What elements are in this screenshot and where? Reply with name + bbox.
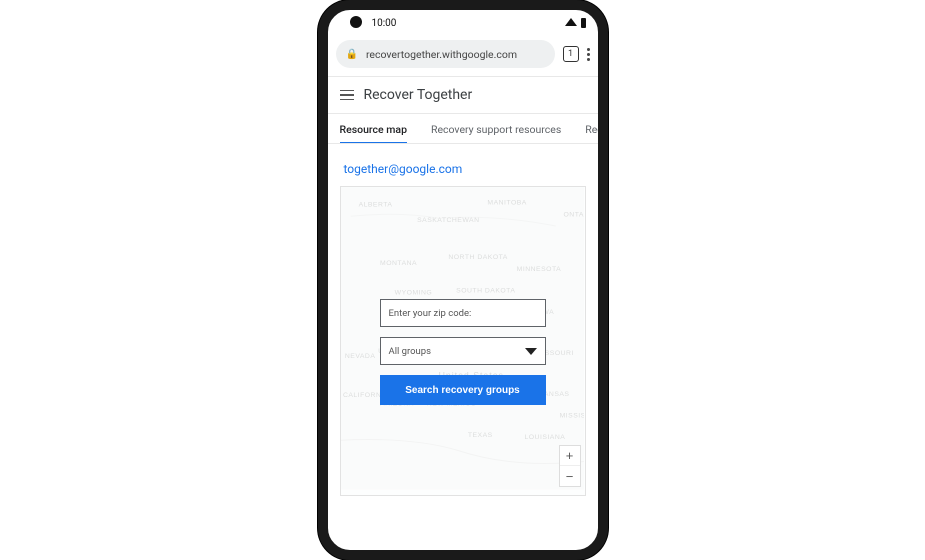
wifi-icon (565, 18, 577, 26)
status-bar: 10:00 (328, 10, 598, 36)
tab-strip: Resource map Recovery support resources … (328, 114, 598, 144)
svg-text:WYOMING: WYOMING (394, 289, 432, 296)
url-text: recovertogether.withgoogle.com (366, 48, 517, 61)
search-form: Enter your zip code: All groups Search r… (380, 299, 546, 405)
contact-email-link[interactable]: together@google.com (344, 162, 463, 176)
svg-text:MANITOBA: MANITOBA (487, 200, 526, 207)
tab-recovery-support[interactable]: Recovery support resources (419, 114, 573, 143)
svg-text:NORTH DAKOTA: NORTH DAKOTA (448, 254, 507, 261)
app-title: Recover Together (364, 87, 473, 103)
svg-text:MINNESOTA: MINNESOTA (516, 266, 560, 273)
svg-text:LOUISIANA: LOUISIANA (524, 434, 565, 441)
search-button[interactable]: Search recovery groups (380, 375, 546, 405)
page-content: together@google.com ALBERTA SASKATCHEWAN… (328, 144, 598, 508)
more-menu-icon[interactable] (587, 48, 590, 61)
svg-text:SASKATCHEWAN: SASKATCHEWAN (417, 217, 479, 224)
zoom-control: + − (559, 445, 581, 487)
svg-text:MONTANA: MONTANA (380, 260, 417, 267)
tab-switcher[interactable]: 1 (563, 46, 579, 62)
map-container[interactable]: ALBERTA SASKATCHEWAN MANITOBA ONTARIO MO… (340, 186, 586, 496)
status-time: 10:00 (372, 18, 397, 29)
tab-label: Recove (585, 123, 597, 136)
group-select[interactable]: All groups (380, 337, 546, 365)
hamburger-icon[interactable] (340, 90, 354, 101)
group-selected-value: All groups (389, 346, 432, 357)
url-bar[interactable]: 🔒 recovertogether.withgoogle.com (336, 40, 555, 68)
tab-count-value: 1 (568, 49, 573, 59)
app-header: Recover Together (328, 77, 598, 114)
zip-placeholder: Enter your zip code: (389, 308, 472, 319)
svg-text:ONTARIO: ONTARIO (563, 211, 584, 218)
zoom-in-button[interactable]: + (560, 446, 580, 466)
svg-text:SOUTH DAKOTA: SOUTH DAKOTA (456, 287, 515, 294)
svg-text:ALBERTA: ALBERTA (358, 202, 392, 209)
browser-toolbar: 🔒 recovertogether.withgoogle.com 1 (328, 36, 598, 77)
tab-resource-map[interactable]: Resource map (328, 114, 419, 143)
search-button-label: Search recovery groups (405, 385, 520, 396)
svg-text:MISSISSIPPI: MISSISSIPPI (559, 412, 584, 419)
tab-partial[interactable]: Recove (573, 114, 597, 143)
phone-frame: 10:00 🔒 recovertogether.withgoogle.com 1… (318, 0, 608, 560)
svg-text:NEVADA: NEVADA (344, 353, 375, 360)
tab-label: Recovery support resources (431, 123, 561, 136)
zip-code-input[interactable]: Enter your zip code: (380, 299, 546, 327)
zoom-out-button[interactable]: − (560, 466, 580, 486)
lock-icon: 🔒 (346, 49, 358, 60)
camera-hole (350, 16, 362, 28)
tab-label: Resource map (340, 123, 407, 136)
battery-icon (581, 18, 586, 28)
svg-text:TEXAS: TEXAS (467, 432, 492, 439)
chevron-down-icon (525, 348, 537, 355)
